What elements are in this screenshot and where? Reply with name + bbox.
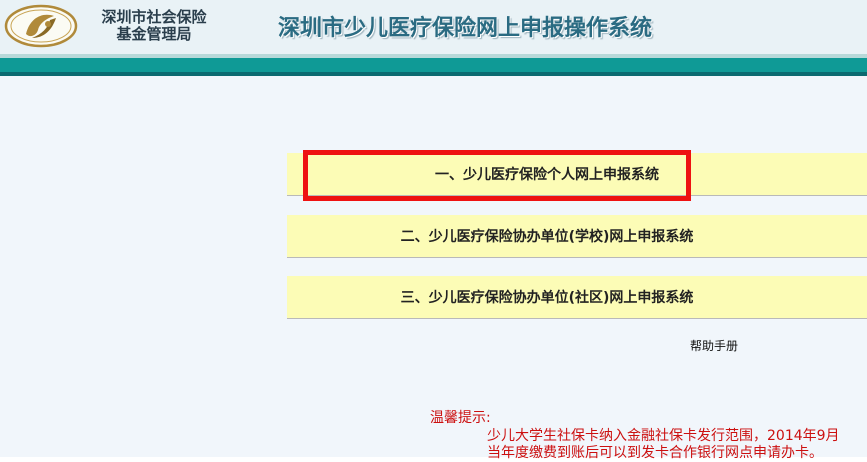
main-content (0, 76, 867, 457)
menu-item-label: 三、少儿医疗保险协办单位(社区)网上申报系统 (400, 290, 694, 306)
header-divider-teal (0, 58, 867, 72)
agency-name-line2: 基金管理局 (116, 25, 192, 43)
highlight-box (303, 150, 691, 201)
header: 深圳市社会保险 基金管理局 深圳市少儿医疗保险网上申报操作系统 (0, 0, 867, 54)
social-insurance-logo-icon (4, 4, 78, 48)
system-title: 深圳市少儿医疗保险网上申报操作系统 (278, 15, 653, 41)
menu-item-label: 二、少儿医疗保险协办单位(学校)网上申报系统 (400, 229, 694, 245)
help-manual-link[interactable]: 帮助手册 (690, 337, 738, 354)
agency-name: 深圳市社会保险 基金管理局 (90, 9, 218, 43)
notice-line: 当年度缴费到账后可以到发卡合作银行网点申请办卡。 (487, 445, 823, 461)
agency-name-line1: 深圳市社会保险 (101, 8, 207, 26)
menu-item-school-declaration[interactable]: 二、少儿医疗保险协办单位(学校)网上申报系统 (287, 215, 867, 258)
menu-item-community-declaration[interactable]: 三、少儿医疗保险协办单位(社区)网上申报系统 (287, 276, 867, 319)
notice-title: 温馨提示: (430, 410, 491, 426)
